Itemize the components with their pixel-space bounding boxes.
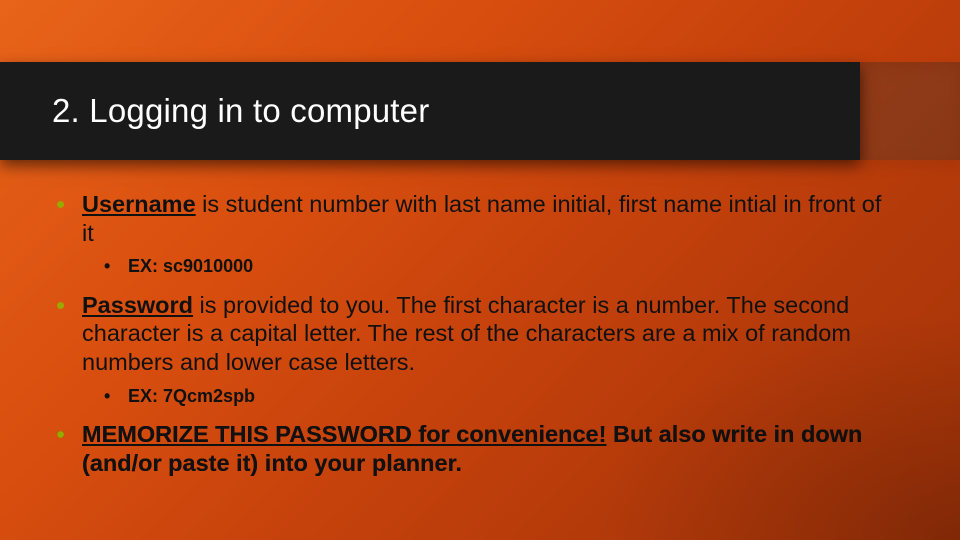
memorize-underline: MEMORIZE THIS PASSWORD for convenience! <box>82 421 606 447</box>
password-label: Password <box>82 292 193 318</box>
password-example: EX: 7Qcm2spb <box>82 385 888 408</box>
bullet-password: Password is provided to you. The first c… <box>52 291 888 408</box>
username-example: EX: sc9010000 <box>82 255 888 278</box>
password-sublist: EX: 7Qcm2spb <box>82 385 888 408</box>
bullet-username: Username is student number with last nam… <box>52 190 888 279</box>
accent-strip <box>860 62 960 160</box>
bullet-list: Username is student number with last nam… <box>52 190 888 477</box>
content-area: Username is student number with last nam… <box>52 190 888 485</box>
username-label: Username <box>82 191 196 217</box>
example-value: 7Qcm2spb <box>163 386 255 406</box>
username-text: is student number with last name initial… <box>82 191 881 246</box>
username-sublist: EX: sc9010000 <box>82 255 888 278</box>
example-prefix: EX: <box>128 256 163 276</box>
example-value: sc9010000 <box>163 256 253 276</box>
example-prefix: EX: <box>128 386 163 406</box>
title-bar: 2. Logging in to computer <box>0 62 860 160</box>
slide: 2. Logging in to computer Username is st… <box>0 0 960 540</box>
bullet-memorize: MEMORIZE THIS PASSWORD for convenience! … <box>52 420 888 477</box>
slide-title: 2. Logging in to computer <box>52 92 429 130</box>
password-text: is provided to you. The first character … <box>82 292 851 375</box>
